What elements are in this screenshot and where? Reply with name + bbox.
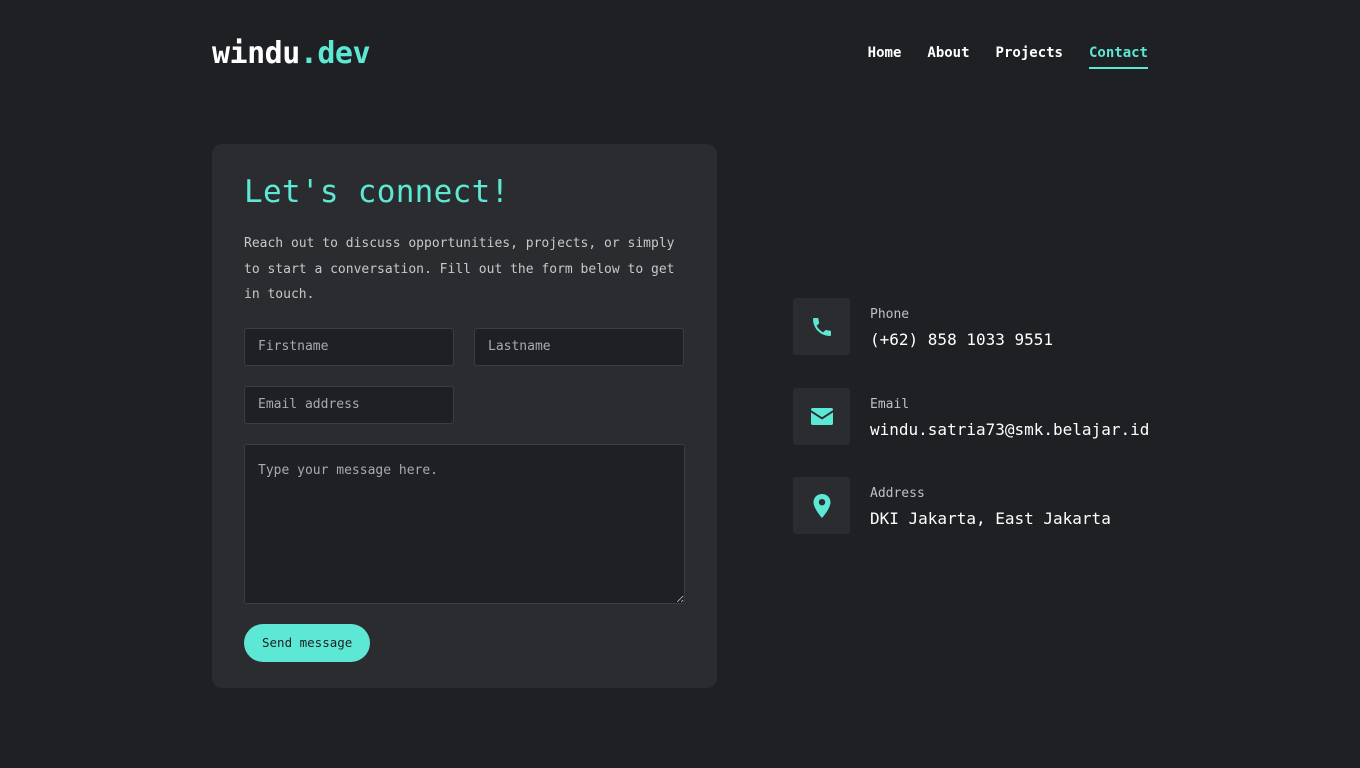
main-nav: Home About Projects Contact	[868, 44, 1148, 69]
address-icon-box	[793, 477, 850, 534]
contact-address: Address DKI Jakarta, East Jakarta	[793, 477, 1111, 534]
lastname-input[interactable]	[474, 327, 684, 366]
send-message-button[interactable]: Send message	[244, 623, 371, 662]
nav-contact[interactable]: Contact	[1088, 44, 1148, 69]
email-label: Email	[870, 397, 910, 412]
email-value[interactable]: windu.satria73@smk.belajar.id	[870, 420, 1149, 439]
email-icon-box	[793, 388, 850, 445]
phone-label: Phone	[870, 307, 910, 322]
nav-projects[interactable]: Projects	[996, 44, 1063, 69]
email-text: Email windu.satria73@smk.belajar.id	[870, 388, 1149, 439]
address-text: Address DKI Jakarta, East Jakarta	[870, 477, 1111, 528]
phone-text: Phone (+62) 858 1033 9551	[870, 298, 1053, 349]
phone-value[interactable]: (+62) 858 1033 9551	[870, 330, 1053, 349]
site-logo[interactable]: windu.dev	[212, 36, 371, 72]
logo-name: windu	[212, 36, 300, 71]
nav-home[interactable]: Home	[868, 44, 902, 69]
name-row	[244, 327, 685, 366]
form-heading: Let's connect!	[244, 174, 510, 210]
message-textarea[interactable]	[244, 443, 685, 604]
contact-page: windu.dev Home About Projects Contact Le…	[0, 0, 1360, 768]
map-pin-icon	[813, 493, 830, 518]
email-row	[244, 385, 685, 424]
firstname-input[interactable]	[244, 327, 454, 366]
contact-phone: Phone (+62) 858 1033 9551	[793, 298, 1053, 355]
form-intro: Reach out to discuss opportunities, proj…	[244, 236, 675, 302]
nav-about[interactable]: About	[927, 44, 969, 69]
phone-icon-box	[793, 298, 850, 355]
contact-email: Email windu.satria73@smk.belajar.id	[793, 388, 1149, 445]
email-input[interactable]	[244, 385, 454, 424]
address-label: Address	[870, 486, 925, 501]
logo-tld: .dev	[299, 36, 371, 71]
envelope-icon	[810, 407, 833, 425]
address-value: DKI Jakarta, East Jakarta	[870, 509, 1111, 528]
phone-icon	[812, 317, 831, 336]
contact-form-card: Let's connect! Reach out to discuss oppo…	[212, 144, 717, 688]
